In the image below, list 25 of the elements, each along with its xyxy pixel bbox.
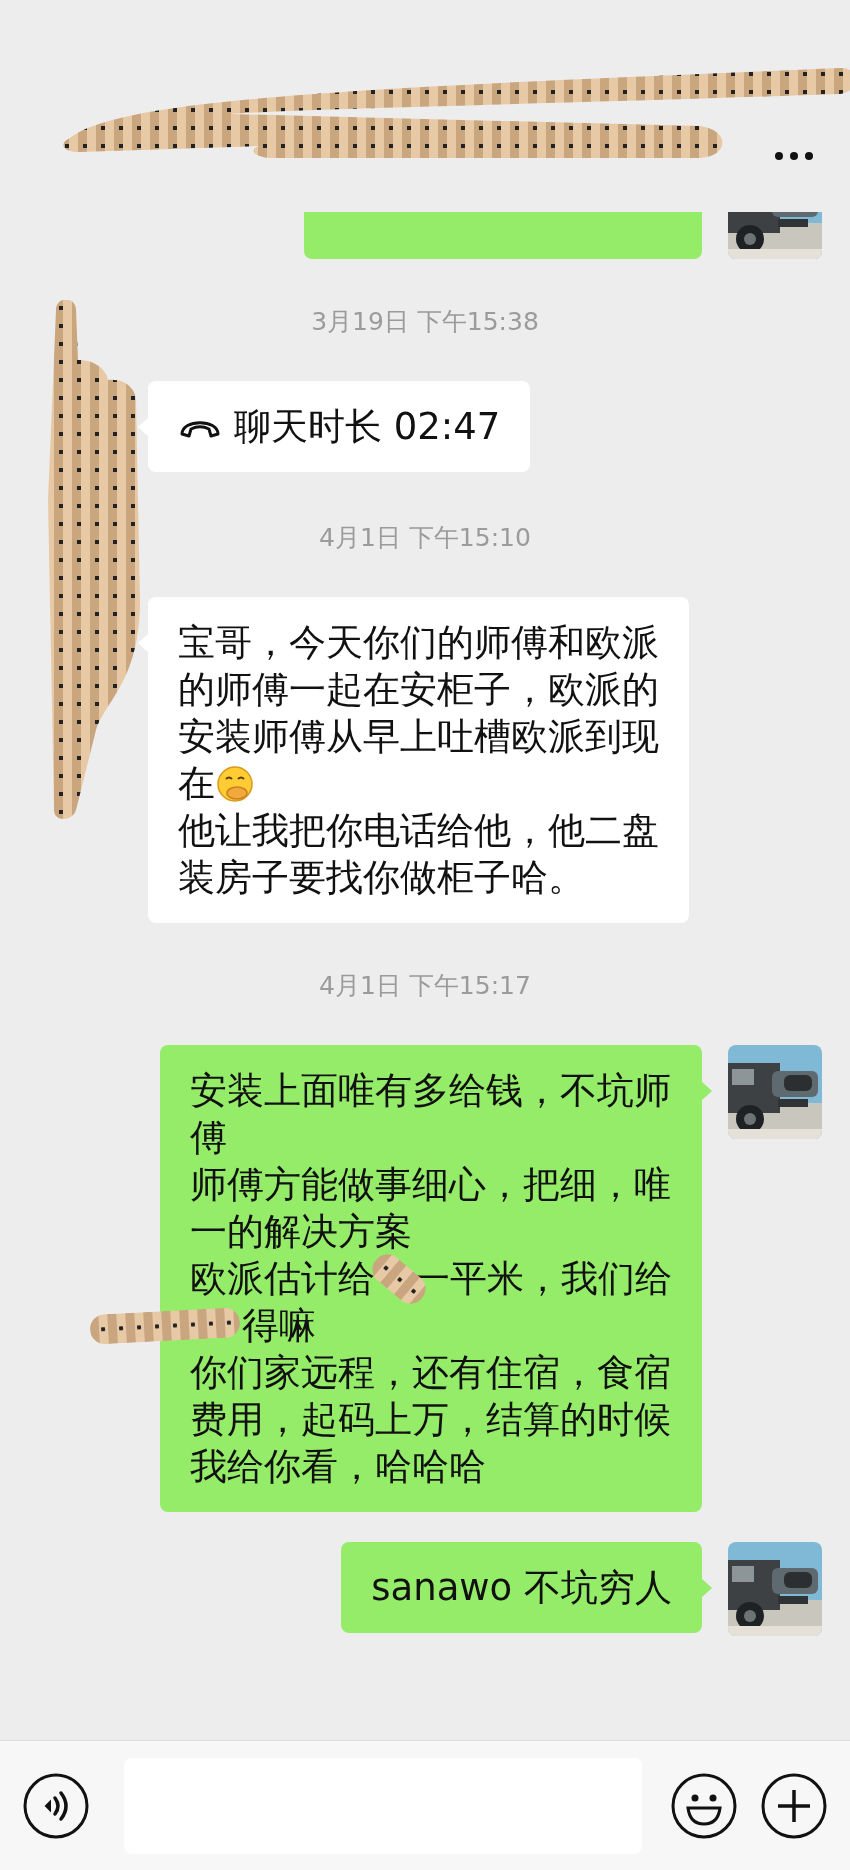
message-text: 安装师傅从早上吐槽欧派到现 <box>178 714 659 760</box>
message-text: 傅 <box>190 1115 227 1161</box>
message-text: sanawo 不坑穷人 <box>371 1565 672 1611</box>
message-text: 他让我把你电话给他，他二盘 <box>178 808 659 854</box>
message-text: 我给你看，哈哈哈 <box>190 1444 486 1490</box>
message-text: 安装上面唯有多给钱，不坑师 <box>190 1068 671 1114</box>
more-icon[interactable] <box>774 151 814 161</box>
call-duration: 聊天时长 02:47 <box>234 404 501 450</box>
timestamp: 4月1日 下午15:10 <box>319 523 531 553</box>
message-text: 装房子要找你做柜子哈。 <box>178 855 585 901</box>
timestamp: 3月19日 下午15:38 <box>311 307 539 337</box>
message-text: 得嘛 <box>242 1303 316 1349</box>
timestamp: 4月1日 下午15:17 <box>319 971 531 1001</box>
message-text: 的师傅一起在安柜子，欧派的 <box>178 667 659 713</box>
message-text: 你们家远程，还有住宿，食宿 <box>190 1350 671 1396</box>
emoji-button-icon[interactable] <box>670 1771 738 1840</box>
message-text: 一的解决方案 <box>190 1209 412 1255</box>
message-text: 在 <box>178 761 215 807</box>
plus-icon[interactable] <box>760 1771 828 1840</box>
voice-icon[interactable] <box>22 1771 90 1840</box>
message-text: 师傅方能做事细心，把细，唯 <box>190 1162 671 1208</box>
message-text: 欧派估计给 <box>190 1256 375 1302</box>
message-text: 费用，起码上万，结算的时候 <box>190 1397 671 1443</box>
message-text: 宝哥，今天你们的师傅和欧派 <box>178 620 659 666</box>
emoji-icon <box>215 763 255 804</box>
